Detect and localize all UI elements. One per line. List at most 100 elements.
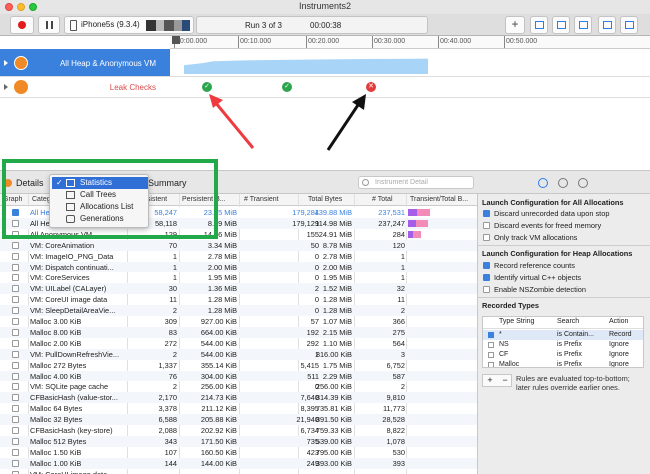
leak-check-failed-icon[interactable]: ✕ bbox=[366, 82, 376, 92]
table-row[interactable]: Malloc 512 Bytes 343 171.50 KiB 735 539.00 K… bbox=[0, 435, 477, 447]
column-header-total[interactable]: # Total bbox=[372, 196, 393, 203]
table-row[interactable]: Malloc 32 Bytes 6,588 205.88 KiB 21,940 891.… bbox=[0, 414, 477, 425]
option-record-refcounts[interactable]: Record reference counts bbox=[483, 261, 575, 270]
add-rule-button[interactable]: + bbox=[483, 375, 497, 386]
table-row[interactable]: VM: SleepDetailAreaVie... 2 1.28 MiB 0 1.28 … bbox=[0, 305, 477, 316]
table-row[interactable]: CFBasicHash (value-stor... 2,170 214.73 Ki… bbox=[0, 392, 477, 404]
graph-checkbox[interactable] bbox=[12, 285, 19, 293]
strategy-instruments-button[interactable] bbox=[552, 16, 570, 34]
option-discard-events[interactable]: Discard events for freed memory bbox=[483, 221, 601, 230]
table-row[interactable]: Malloc 272 Bytes 1,337 355.14 KiB 5,415 1.75… bbox=[0, 360, 477, 371]
track-header[interactable]: Leak Checks bbox=[0, 77, 170, 97]
recorded-type-row[interactable]: CF is Prefix Ignore bbox=[483, 350, 643, 360]
table-row[interactable]: Malloc 64 Bytes 3,378 211.12 KiB 8,395 735.8… bbox=[0, 403, 477, 414]
checkbox[interactable] bbox=[483, 274, 490, 281]
graph-checkbox[interactable] bbox=[12, 318, 19, 325]
table-row[interactable]: VM: CoreServices 1 1.95 MiB 0 1.95 MiB 1 bbox=[0, 272, 477, 283]
graph-checkbox[interactable] bbox=[12, 437, 19, 445]
record-settings-icon[interactable] bbox=[538, 178, 548, 188]
graph-checkbox[interactable] bbox=[12, 394, 19, 402]
option-nszombie[interactable]: Enable NSZombie detection bbox=[483, 285, 586, 294]
column-header[interactable]: Type String bbox=[499, 318, 534, 325]
leak-check-passed-icon[interactable]: ✓ bbox=[202, 82, 212, 92]
strategy-threads-button[interactable] bbox=[574, 16, 592, 34]
table-row[interactable]: VM: Dispatch continuati... 1 2.00 MiB 0 2.00… bbox=[0, 261, 477, 273]
table-row[interactable]: VM: CoreAnimation 70 3.34 MiB 50 8.78 MiB 120 bbox=[0, 239, 477, 251]
checkbox[interactable] bbox=[483, 262, 490, 269]
disclosure-triangle-icon[interactable] bbox=[4, 60, 8, 66]
option-discard-unrecorded[interactable]: Discard unrecorded data upon stop bbox=[483, 209, 609, 218]
graph-checkbox[interactable] bbox=[12, 241, 19, 249]
table-row[interactable]: VM: CoreUI image data 11 1.28 MiB 0 1.28 MiB… bbox=[0, 294, 477, 305]
search-cell[interactable]: is Prefix bbox=[557, 341, 582, 348]
checkbox[interactable] bbox=[483, 234, 490, 241]
timeline[interactable]: 00:00.000 00:10.000 00:20.000 00:30.000 … bbox=[0, 36, 650, 170]
checkbox[interactable] bbox=[488, 332, 494, 338]
detail-search-field[interactable]: Instrument Detail bbox=[358, 176, 474, 189]
table-row[interactable]: Malloc 1.00 KiB 144 144.00 KiB 249 393.00 Ki… bbox=[0, 457, 477, 469]
table-row[interactable]: Malloc 4.00 KiB 76 304.00 KiB 511 2.29 MiB 58… bbox=[0, 370, 477, 382]
column-header-transient-total[interactable]: Transient/Total B... bbox=[410, 196, 468, 203]
info-icon[interactable] bbox=[578, 178, 588, 188]
toggle-detail-button[interactable] bbox=[598, 16, 616, 34]
graph-checkbox[interactable] bbox=[12, 252, 19, 260]
table-row[interactable]: VM: SQLite page cache 2 256.00 KiB 0 256.00 … bbox=[0, 381, 477, 392]
action-cell[interactable]: Ignore bbox=[609, 341, 629, 348]
recorded-types-table[interactable]: Type String Search Action * is Contain...… bbox=[482, 316, 644, 368]
table-row[interactable]: VM: PullDownRefreshVie... 2 544.00 KiB 1 816… bbox=[0, 348, 477, 360]
column-header-transient[interactable]: # Transient bbox=[244, 196, 279, 203]
graph-checkbox[interactable] bbox=[12, 296, 19, 304]
graph-checkbox[interactable] bbox=[12, 448, 19, 456]
column-header[interactable]: Search bbox=[557, 318, 579, 325]
action-cell[interactable]: Ignore bbox=[609, 351, 629, 358]
graph-checkbox[interactable] bbox=[12, 350, 19, 358]
action-cell[interactable]: Record bbox=[609, 331, 632, 338]
option-only-vm[interactable]: Only track VM allocations bbox=[483, 233, 577, 242]
gear-icon[interactable] bbox=[558, 178, 568, 188]
track-allocations[interactable]: All Heap & Anonymous VM bbox=[0, 49, 650, 77]
record-button[interactable] bbox=[10, 16, 34, 34]
toggle-inspector-button[interactable] bbox=[620, 16, 638, 34]
option-identify-cpp[interactable]: Identify virtual C++ objects bbox=[483, 273, 581, 282]
graph-checkbox[interactable] bbox=[12, 361, 19, 369]
table-row[interactable]: Malloc 1.50 KiB 107 160.50 KiB 423 795.00 Ki… bbox=[0, 447, 477, 458]
graph-checkbox[interactable] bbox=[12, 339, 19, 347]
graph-checkbox[interactable] bbox=[12, 383, 19, 391]
table-row[interactable]: VM: CoreUI image data bbox=[0, 469, 477, 474]
action-cell[interactable]: Ignore bbox=[609, 361, 629, 367]
search-cell[interactable]: is Prefix bbox=[557, 361, 582, 367]
pause-button[interactable] bbox=[38, 16, 60, 34]
recorded-type-row[interactable]: NS is Prefix Ignore bbox=[483, 340, 643, 350]
graph-checkbox[interactable] bbox=[12, 274, 19, 282]
graph-checkbox[interactable] bbox=[12, 405, 19, 413]
time-ruler[interactable]: 00:00.000 00:10.000 00:20.000 00:30.000 … bbox=[170, 36, 650, 49]
table-row[interactable]: VM: ImageIO_PNG_Data 1 2.78 MiB 0 2.78 MiB 1 bbox=[0, 251, 477, 262]
search-cell[interactable]: is Prefix bbox=[557, 351, 582, 358]
checkbox[interactable] bbox=[483, 286, 490, 293]
table-row[interactable]: VM: UILabel (CALayer) 30 1.36 MiB 2 1.52 MiB… bbox=[0, 283, 477, 295]
graph-checkbox[interactable] bbox=[12, 470, 19, 474]
graph-checkbox[interactable] bbox=[12, 427, 19, 434]
graph-checkbox[interactable] bbox=[12, 307, 19, 315]
graph-checkbox[interactable] bbox=[12, 416, 19, 424]
track-header[interactable]: All Heap & Anonymous VM bbox=[0, 49, 170, 76]
graph-checkbox[interactable] bbox=[12, 459, 19, 467]
checkbox[interactable] bbox=[488, 362, 494, 367]
column-header[interactable]: Action bbox=[609, 318, 628, 325]
device-selector[interactable]: iPhone5s (9.3.4) bbox=[64, 16, 194, 34]
checkbox[interactable] bbox=[488, 342, 494, 348]
table-row[interactable]: Malloc 8.00 KiB 83 664.00 KiB 192 2.15 MiB 27… bbox=[0, 326, 477, 338]
graph-checkbox[interactable] bbox=[12, 372, 19, 380]
search-cell[interactable]: is Contain... bbox=[557, 331, 594, 338]
disclosure-triangle-icon[interactable] bbox=[4, 84, 8, 90]
checkbox[interactable] bbox=[483, 222, 490, 229]
remove-rule-button[interactable]: − bbox=[498, 375, 512, 386]
checkbox[interactable] bbox=[488, 352, 494, 358]
table-row[interactable]: Malloc 2.00 KiB 272 544.00 KiB 292 1.10 MiB 5… bbox=[0, 338, 477, 349]
leak-check-passed-icon[interactable]: ✓ bbox=[282, 82, 292, 92]
checkbox[interactable] bbox=[483, 210, 490, 217]
recorded-type-row[interactable]: Malloc is Prefix Ignore bbox=[483, 360, 643, 367]
graph-checkbox[interactable] bbox=[12, 263, 19, 271]
table-row[interactable]: Malloc 3.00 KiB 309 927.00 KiB 57 1.07 MiB 36… bbox=[0, 316, 477, 327]
table-row[interactable]: CFBasicHash (key-store) 2,088 202.92 KiB 6,… bbox=[0, 425, 477, 436]
